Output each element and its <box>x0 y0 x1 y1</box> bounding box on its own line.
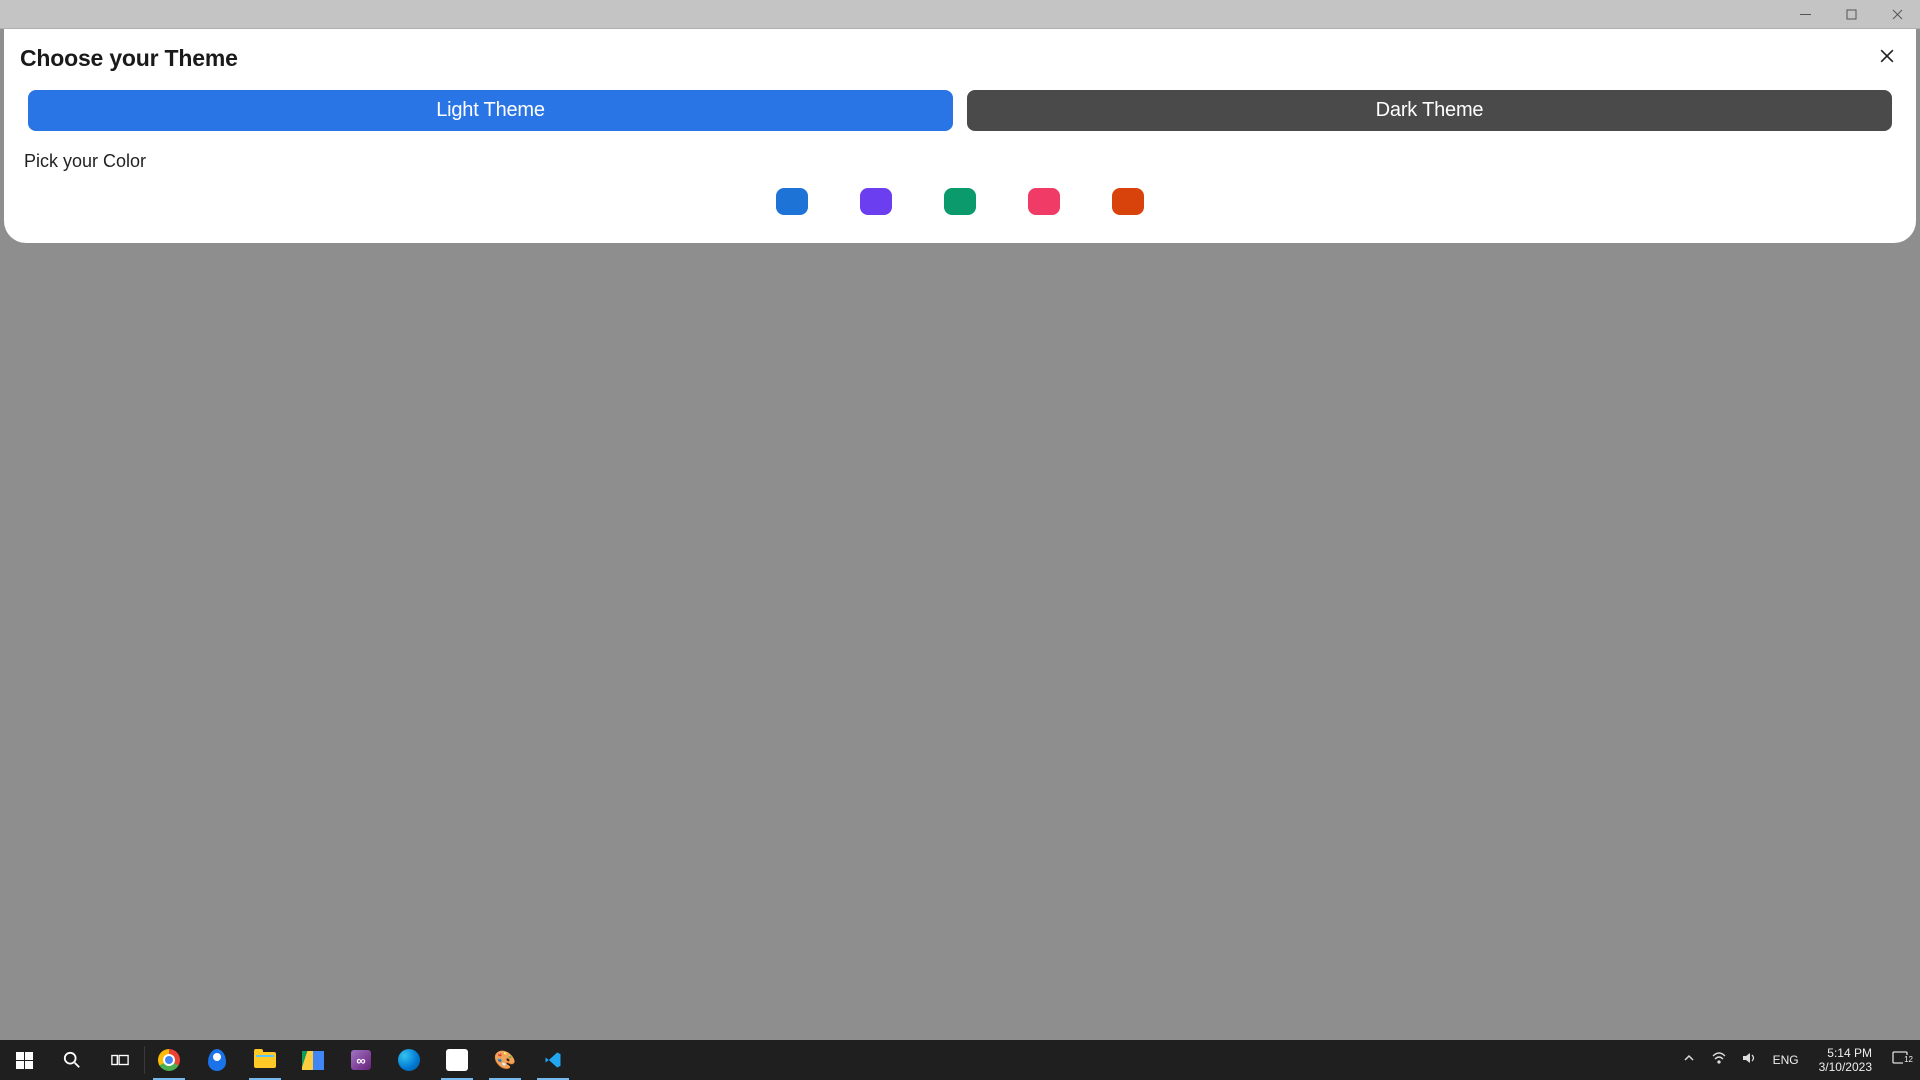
color-swatch-purple[interactable] <box>860 188 892 215</box>
taskbar-app-current[interactable]: ◆ <box>433 1040 481 1080</box>
color-swatch-green[interactable] <box>944 188 976 215</box>
chevron-up-icon <box>1683 1051 1695 1069</box>
pick-color-label: Pick your Color <box>24 151 1900 172</box>
window-titlebar <box>0 0 1920 29</box>
color-swatch-pink[interactable] <box>1028 188 1060 215</box>
language-indicator[interactable]: ENG <box>1769 1053 1803 1067</box>
clock-date: 3/10/2023 <box>1819 1060 1872 1074</box>
task-view-icon <box>108 1048 132 1072</box>
app-icon: ◆ <box>446 1049 468 1071</box>
start-button[interactable] <box>0 1040 48 1080</box>
volume-button[interactable] <box>1739 1050 1759 1070</box>
minimize-button[interactable] <box>1782 0 1828 29</box>
dialog-title: Choose your Theme <box>20 45 238 72</box>
window-close-button[interactable] <box>1874 0 1920 29</box>
clock-button[interactable]: 5:14 PM 3/10/2023 <box>1813 1046 1878 1074</box>
map-pin-icon <box>208 1049 226 1071</box>
maximize-button[interactable] <box>1828 0 1874 29</box>
visual-studio-icon: ∞ <box>351 1050 371 1070</box>
app-background: Choose your Theme Light Theme Dark Theme… <box>0 29 1920 1040</box>
clock-time: 5:14 PM <box>1827 1046 1872 1060</box>
dialog-close-button[interactable] <box>1874 45 1900 71</box>
windows-icon <box>12 1048 36 1072</box>
taskbar-app-chrome[interactable] <box>145 1040 193 1080</box>
taskbar-app-drive[interactable] <box>289 1040 337 1080</box>
tray-overflow-button[interactable] <box>1679 1050 1699 1070</box>
task-view-button[interactable] <box>96 1040 144 1080</box>
notifications-button[interactable]: 12 <box>1888 1049 1912 1072</box>
color-swatch-orange[interactable] <box>1112 188 1144 215</box>
paint-icon: 🎨 <box>494 1049 516 1071</box>
taskbar-app-edge[interactable] <box>385 1040 433 1080</box>
taskbar-search-button[interactable] <box>48 1040 96 1080</box>
edge-icon <box>398 1049 420 1071</box>
chrome-icon <box>158 1049 180 1071</box>
close-icon <box>1877 46 1897 71</box>
wifi-button[interactable] <box>1709 1050 1729 1070</box>
taskbar-app-visualstudio[interactable]: ∞ <box>337 1040 385 1080</box>
light-theme-button[interactable]: Light Theme <box>28 90 953 131</box>
taskbar-app-paint[interactable]: 🎨 <box>481 1040 529 1080</box>
taskbar-app-explorer[interactable] <box>241 1040 289 1080</box>
google-drive-icon <box>302 1051 324 1070</box>
taskbar-app-maps[interactable] <box>193 1040 241 1080</box>
folder-icon <box>254 1052 276 1068</box>
search-icon <box>60 1048 84 1072</box>
taskbar-app-vscode[interactable] <box>529 1040 577 1080</box>
wifi-icon <box>1711 1050 1727 1071</box>
color-swatch-row <box>20 188 1900 215</box>
taskbar: ∞ ◆ 🎨 ENG 5:14 PM 3/10/202 <box>0 1040 1920 1080</box>
vscode-icon <box>542 1049 564 1071</box>
dark-theme-button[interactable]: Dark Theme <box>967 90 1892 131</box>
theme-dialog: Choose your Theme Light Theme Dark Theme… <box>4 29 1916 243</box>
speaker-icon <box>1741 1050 1757 1071</box>
color-swatch-blue[interactable] <box>776 188 808 215</box>
notification-count: 12 <box>1903 1055 1914 1064</box>
